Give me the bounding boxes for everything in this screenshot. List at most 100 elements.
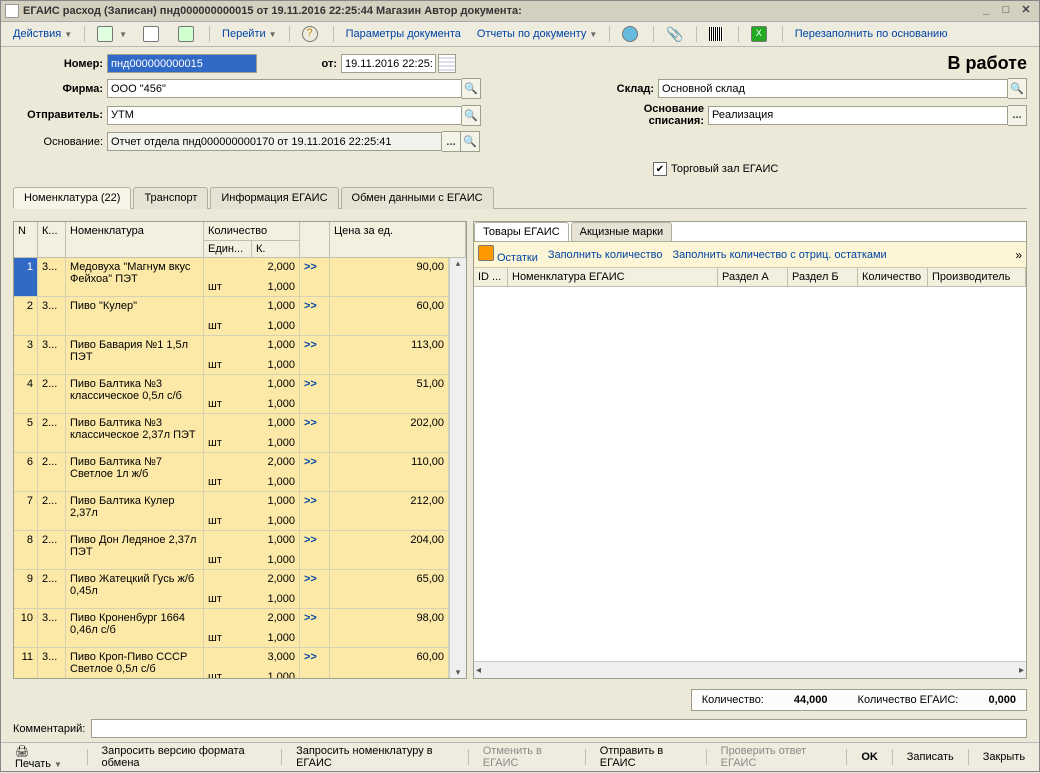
hall-checkbox[interactable]: ✔ — [653, 162, 667, 176]
calendar-icon[interactable] — [438, 54, 456, 73]
date-input[interactable] — [341, 54, 436, 73]
cell-code: 2... — [38, 492, 66, 530]
btn-ost[interactable]: Остатки — [478, 245, 538, 264]
cell-name: Пиво "Кулер" — [66, 297, 204, 335]
cell-arrow[interactable]: >> — [300, 531, 330, 569]
save-button[interactable]: Записать — [901, 748, 960, 766]
cell-arrow[interactable]: >> — [300, 375, 330, 413]
cell-arrow[interactable]: >> — [300, 453, 330, 491]
left-vscroll[interactable]: ▴▾ — [449, 258, 466, 678]
table-row[interactable]: 62...Пиво Балтика №7 Светлое 1л ж/б2,000… — [14, 453, 449, 492]
tab-exchange-egais[interactable]: Обмен данными с ЕГАИС — [341, 187, 494, 209]
col-unit[interactable]: Един... — [204, 240, 252, 257]
basis-writeoff-input[interactable] — [708, 106, 1008, 125]
basis-label: Основание: — [13, 136, 107, 148]
print-button[interactable]: 🖨 Печать▼ — [9, 742, 79, 773]
rtab-goods[interactable]: Товары ЕГАИС — [474, 222, 569, 241]
basis-more[interactable]: ... — [442, 131, 461, 152]
globe-icon[interactable] — [616, 24, 647, 44]
excel-icon[interactable]: X — [745, 24, 776, 44]
table-row[interactable]: 13...Медовуха "Магнум вкус Фейхоа" ПЭТ2,… — [14, 258, 449, 297]
right-hscroll[interactable]: ◂▸ — [474, 661, 1026, 678]
maximize-button[interactable]: □ — [997, 3, 1015, 19]
totals-box: Количество: 44,000 Количество ЕГАИС: 0,0… — [691, 689, 1027, 711]
from-label: от: — [257, 58, 341, 70]
table-row[interactable]: 52...Пиво Балтика №3 классическое 2,37л … — [14, 414, 449, 453]
btn-fill[interactable]: Заполнить количество — [548, 249, 663, 261]
cell-code: 3... — [38, 258, 66, 296]
sender-input[interactable] — [107, 106, 462, 125]
number-label: Номер: — [13, 58, 107, 70]
rcol-id[interactable]: ID ... — [474, 268, 508, 286]
send-egais-button[interactable]: Отправить в ЕГАИС — [594, 742, 698, 772]
col-n[interactable]: N — [14, 222, 38, 257]
warehouse-input[interactable] — [658, 79, 1008, 98]
cell-name: Пиво Кроненбург 1664 0,46л с/б — [66, 609, 204, 647]
tab-transport[interactable]: Транспорт — [133, 187, 208, 209]
table-row[interactable]: 23...Пиво "Кулер"1,000шт1,000>>60,00 — [14, 297, 449, 336]
cell-arrow[interactable]: >> — [300, 648, 330, 678]
check-answer-button[interactable]: Проверить ответ ЕГАИС — [715, 742, 839, 772]
comment-input[interactable] — [91, 719, 1027, 738]
doc-params[interactable]: Параметры документа — [340, 24, 467, 44]
attach-icon[interactable]: 📎 — [660, 24, 689, 44]
rcol-qty[interactable]: Количество — [858, 268, 928, 286]
cell-arrow[interactable]: >> — [300, 570, 330, 608]
rtab-marks[interactable]: Акцизные марки — [571, 222, 673, 241]
table-row[interactable]: 33...Пиво Бавария №1 1,5л ПЭТ1,000шт1,00… — [14, 336, 449, 375]
cell-arrow[interactable]: >> — [300, 609, 330, 647]
table-row[interactable]: 42...Пиво Балтика №3 классическое 0,5л с… — [14, 375, 449, 414]
minimize-button[interactable]: _ — [977, 3, 995, 19]
ok-button[interactable]: OK — [855, 748, 884, 766]
barcode-icon[interactable] — [703, 24, 732, 44]
cell-arrow[interactable]: >> — [300, 297, 330, 335]
table-row[interactable]: 92...Пиво Жатецкий Гусь ж/б 0,45л2,000шт… — [14, 570, 449, 609]
more-icon[interactable]: » — [1015, 248, 1022, 262]
req-version-button[interactable]: Запросить версию формата обмена — [95, 742, 273, 772]
cell-arrow[interactable]: >> — [300, 492, 330, 530]
tb-icon-2[interactable] — [137, 24, 168, 44]
req-nom-button[interactable]: Запросить номенклатуру в ЕГАИС — [290, 742, 460, 772]
cell-arrow[interactable]: >> — [300, 258, 330, 296]
sender-lookup[interactable]: 🔍 — [462, 105, 481, 126]
firm-label: Фирма: — [13, 83, 107, 95]
rcol-prod[interactable]: Производитель — [928, 268, 1026, 286]
col-price[interactable]: Цена за ед. — [330, 222, 466, 257]
rcol-rb[interactable]: Раздел Б — [788, 268, 858, 286]
col-nom[interactable]: Номенклатура — [66, 222, 204, 257]
close-button[interactable]: ✕ — [1017, 3, 1035, 19]
tb-icon-refresh[interactable] — [172, 24, 203, 44]
col-k[interactable]: К. — [252, 240, 300, 257]
table-row[interactable]: 72...Пиво Балтика Кулер 2,37л1,000шт1,00… — [14, 492, 449, 531]
basis-input[interactable] — [107, 132, 442, 151]
cell-qty: 2,000шт1,000 — [204, 453, 300, 491]
tab-info-egais[interactable]: Информация ЕГАИС — [210, 187, 338, 209]
rcol-nom[interactable]: Номенклатура ЕГАИС — [508, 268, 718, 286]
number-input[interactable] — [107, 54, 257, 73]
tb-icon-1[interactable]: ▼ — [91, 24, 133, 44]
rcol-ra[interactable]: Раздел А — [718, 268, 788, 286]
col-code[interactable]: К... — [38, 222, 66, 257]
basis-writeoff-more[interactable]: ... — [1008, 105, 1027, 126]
refill-link[interactable]: Перезаполнить по основанию — [789, 24, 954, 44]
actions-menu[interactable]: Действия▼ — [7, 24, 78, 44]
cell-n: 4 — [14, 375, 38, 413]
footer: 🖨 Печать▼ Запросить версию формата обмен… — [1, 742, 1039, 771]
firm-lookup[interactable]: 🔍 — [462, 78, 481, 99]
close-form-button[interactable]: Закрыть — [977, 748, 1031, 766]
help-icon[interactable]: ? — [296, 24, 327, 44]
table-row[interactable]: 103...Пиво Кроненбург 1664 0,46л с/б2,00… — [14, 609, 449, 648]
doc-reports[interactable]: Отчеты по документу▼ — [471, 24, 603, 44]
tab-nomenclature[interactable]: Номенклатура (22) — [13, 187, 131, 209]
go-menu[interactable]: Перейти▼ — [216, 24, 283, 44]
basis-lookup[interactable]: 🔍 — [461, 131, 480, 152]
btn-fill-neg[interactable]: Заполнить количество с отриц. остатками — [673, 249, 887, 261]
table-row[interactable]: 82...Пиво Дон Ледяное 2,37л ПЭТ1,000шт1,… — [14, 531, 449, 570]
cell-arrow[interactable]: >> — [300, 414, 330, 452]
firm-input[interactable] — [107, 79, 462, 98]
cell-arrow[interactable]: >> — [300, 336, 330, 374]
table-row[interactable]: 113...Пиво Кроп-Пиво СССР Светлое 0,5л с… — [14, 648, 449, 678]
cancel-egais-button[interactable]: Отменить в ЕГАИС — [477, 742, 577, 772]
warehouse-lookup[interactable]: 🔍 — [1008, 78, 1027, 99]
col-qty[interactable]: Количество — [204, 222, 300, 240]
